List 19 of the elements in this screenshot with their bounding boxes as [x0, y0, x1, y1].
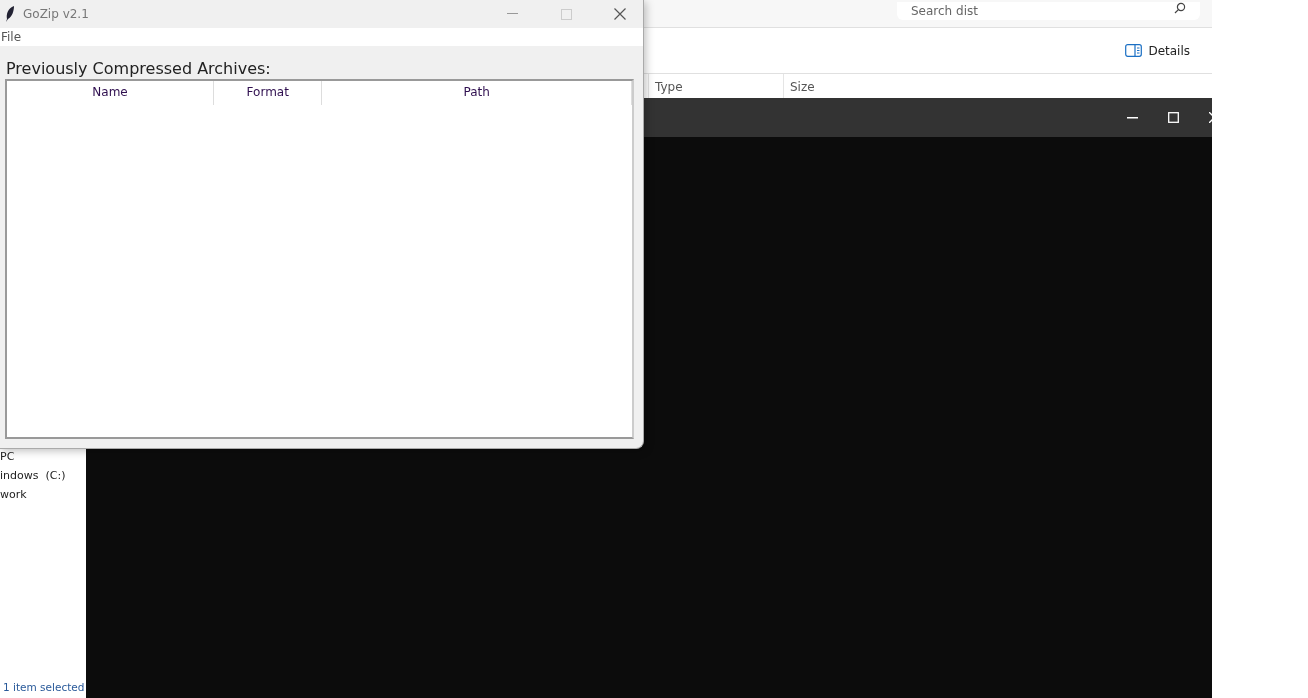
minimize-icon[interactable]: [1127, 116, 1138, 119]
sidebar-item[interactable]: work: [0, 488, 86, 501]
feather-icon: [5, 5, 15, 23]
details-button[interactable]: Details: [1123, 41, 1192, 60]
column-header[interactable]: Name: [7, 81, 214, 105]
search-field[interactable]: Search dist: [897, 0, 1200, 18]
column-header[interactable]: Format: [214, 81, 323, 105]
maximize-icon: [560, 8, 572, 20]
window-title: GoZip v2.1: [23, 7, 89, 21]
sidebar-item[interactable]: indows (C:): [0, 469, 86, 482]
section-heading: Previously Compressed Archives:: [5, 58, 272, 78]
sidebar-item[interactable]: PC: [0, 450, 86, 463]
status-text: 1 item selected: [3, 681, 85, 693]
column-header[interactable]: Path: [322, 81, 632, 105]
details-pane-icon: [1125, 44, 1143, 57]
maximize-icon[interactable]: [1168, 112, 1179, 123]
close-icon[interactable]: [614, 8, 626, 20]
menu-item[interactable]: File: [0, 30, 22, 44]
search-icon: [1174, 2, 1186, 14]
